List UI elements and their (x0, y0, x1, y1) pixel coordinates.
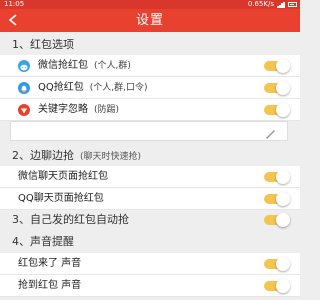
row-wechat-label: 微信抢红包 (个人,群) (38, 55, 131, 77)
section-sound-label: 4、声音提醒 (12, 235, 74, 248)
battery-icon (288, 2, 297, 7)
row-keyword-ignore[interactable]: 关键字忽略 (防踢) (0, 99, 300, 121)
filter-icon (18, 104, 30, 116)
sound-arrive-toggle[interactable] (264, 257, 290, 271)
keyword-label-text: 关键字忽略 (38, 104, 88, 115)
signal-icon (277, 1, 285, 8)
section-chat-sub: (聊天时快速抢) (80, 152, 142, 162)
row-qq-chat-grab[interactable]: QQ聊天页面抢红包 (0, 188, 300, 210)
sound-arrive-label: 红包来了 声音 (18, 258, 82, 269)
wechat-chat-toggle[interactable] (264, 170, 290, 184)
section-self-auto[interactable]: 3、自己发的红包自动抢 (0, 209, 300, 231)
row-wechat-grab[interactable]: 微信抢红包 (个人,群) (0, 55, 300, 77)
toggle-knob (276, 103, 290, 117)
wechat-toggle[interactable] (264, 59, 290, 73)
self-auto-toggle[interactable] (264, 213, 290, 227)
toggle-knob (276, 279, 290, 293)
row-sound-grab[interactable]: 抢到红包 声音 (0, 275, 300, 297)
status-bar: 11:05 0.65K/s (0, 0, 300, 9)
toggle-knob (276, 192, 290, 206)
page-title: 设置 (135, 13, 164, 28)
wechat-hint: (个人,群) (94, 61, 131, 71)
qq-icon (18, 82, 30, 94)
section-self-label: 3、自己发的红包自动抢 (12, 213, 129, 226)
wechat-icon (18, 60, 30, 72)
sound-grab-label: 抢到红包 声音 (18, 280, 82, 291)
qq-toggle[interactable] (264, 81, 290, 95)
row-qq-label: QQ抢红包 (个人,群,口令) (38, 77, 148, 99)
toggle-knob (276, 59, 290, 73)
row-qq-grab[interactable]: QQ抢红包 (个人,群,口令) (0, 77, 300, 99)
qq-hint: (个人,群,口令) (89, 83, 148, 93)
toggle-knob (276, 257, 290, 271)
section-chat-grab: 2、边聊边抢 (聊天时快速抢) (0, 145, 300, 167)
section-hongbao-label: 1、红包选项 (12, 38, 74, 51)
network-speed: 0.65K/s (247, 0, 274, 8)
section-chat-label: 2、边聊边抢 (12, 149, 74, 162)
keyword-toggle[interactable] (264, 103, 290, 117)
toggle-knob (276, 213, 290, 227)
qq-label-text: QQ抢红包 (38, 82, 84, 93)
toggle-knob (276, 170, 290, 184)
toggle-knob (276, 81, 290, 95)
status-time: 11:05 (4, 0, 25, 8)
keyword-input[interactable] (11, 126, 261, 144)
qq-chat-toggle[interactable] (264, 192, 290, 206)
keyword-hint: (防踢) (94, 105, 120, 115)
wechat-label-text: 微信抢红包 (38, 60, 88, 71)
row-wechat-chat-grab[interactable]: 微信聊天页面抢红包 (0, 166, 300, 188)
title-bar: 设置 (0, 9, 300, 32)
sound-grab-toggle[interactable] (264, 279, 290, 293)
section-sound: 4、声音提醒 (0, 231, 300, 253)
pencil-icon[interactable] (265, 125, 277, 140)
wechat-chat-label: 微信聊天页面抢红包 (18, 171, 108, 182)
row-keyword-label: 关键字忽略 (防踢) (38, 99, 119, 121)
row-sound-arrive[interactable]: 红包来了 声音 (0, 253, 300, 275)
status-right: 0.65K/s (248, 0, 297, 9)
keyword-input-box (10, 121, 288, 144)
section-hongbao-options: 1、红包选项 (0, 34, 300, 56)
qq-chat-label: QQ聊天页面抢红包 (18, 193, 104, 204)
